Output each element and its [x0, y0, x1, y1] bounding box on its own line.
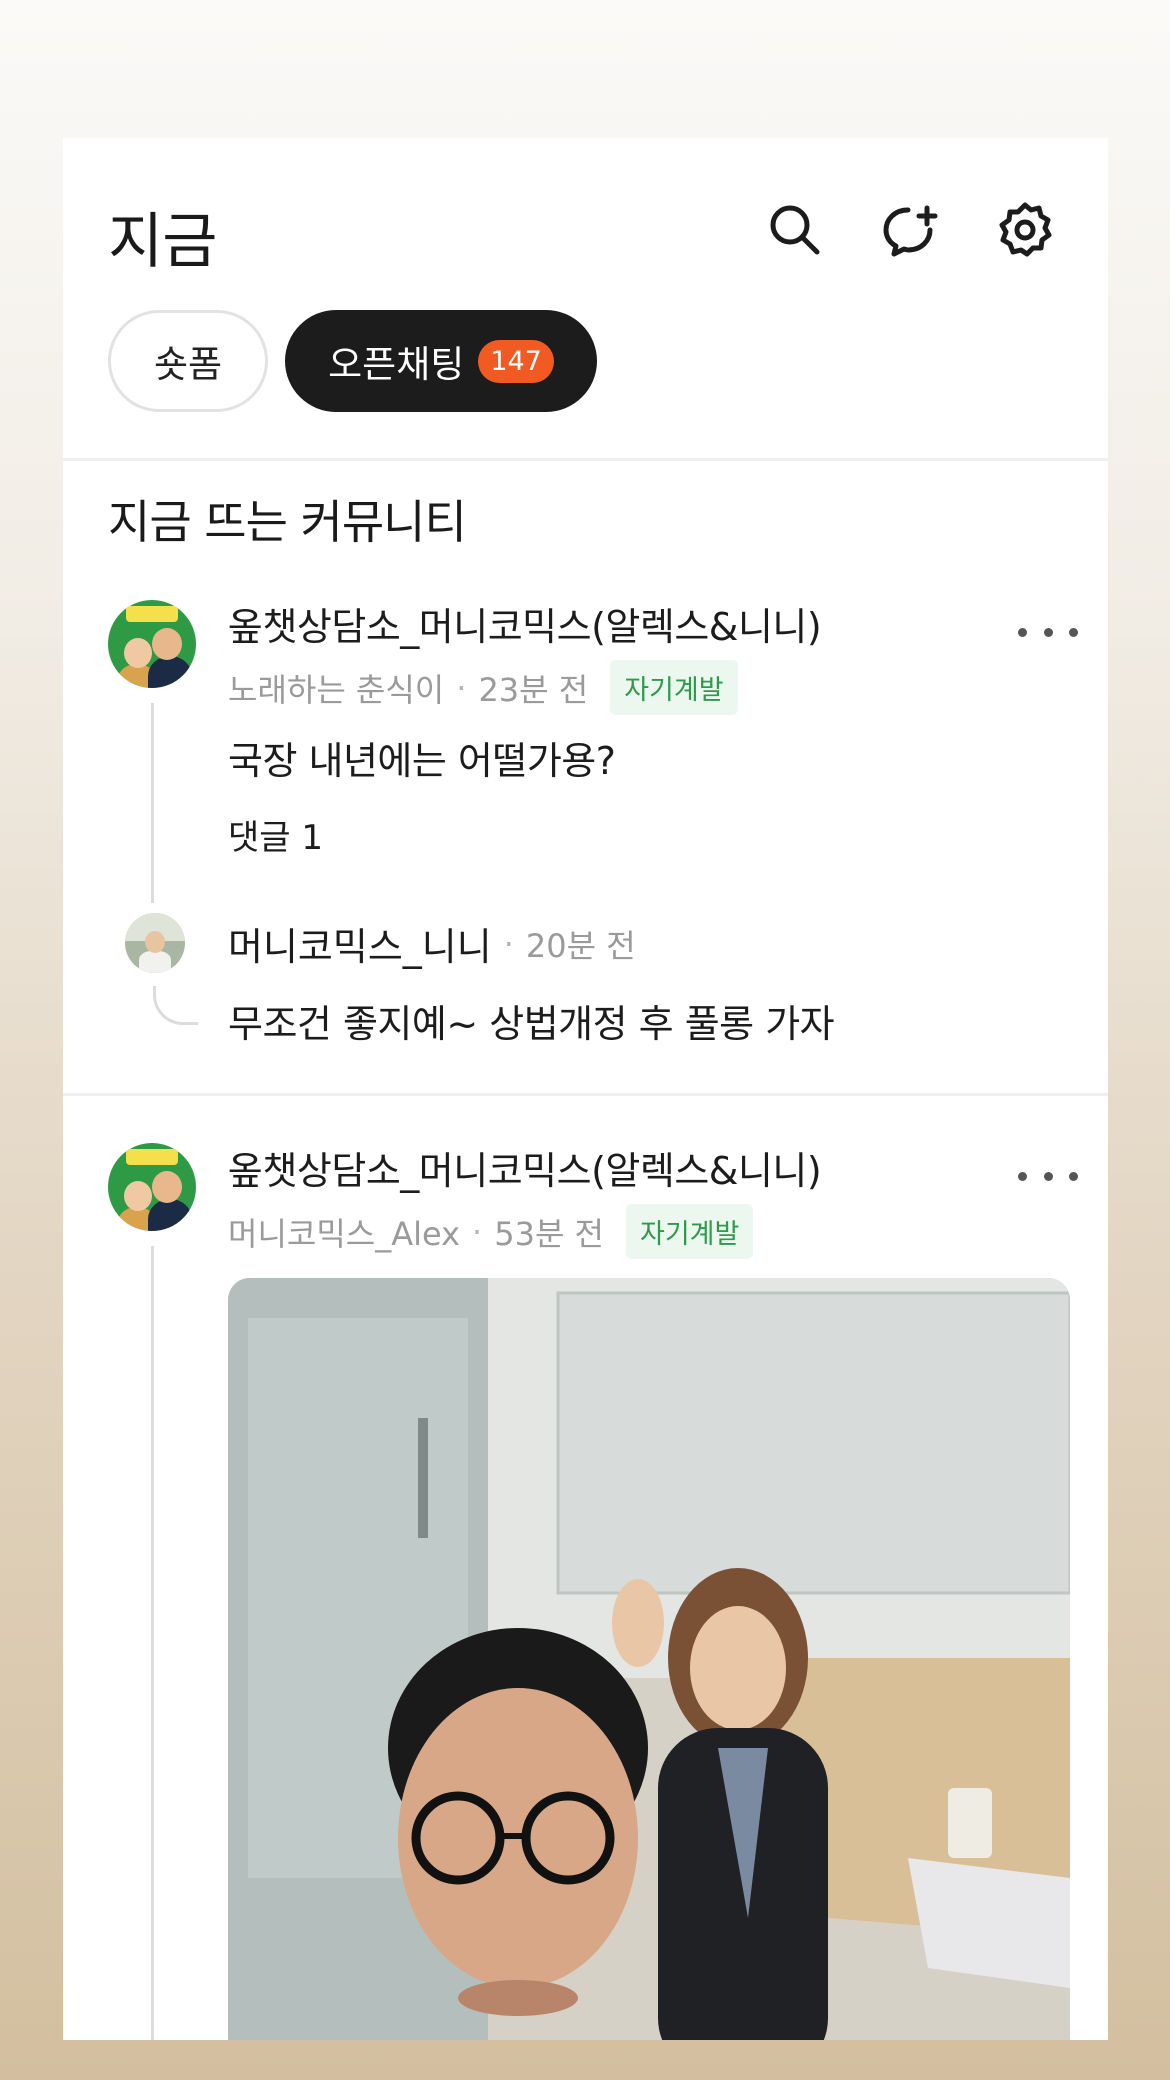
reply-text[interactable]: 무조건 좋지예~ 상법개정 후 풀롱 가자	[228, 993, 835, 1048]
divider	[63, 1093, 1108, 1096]
more-options-icon[interactable]	[1018, 1156, 1078, 1196]
post-community-name[interactable]: 옾챗상담소_머니코믹스(알렉스&니니)	[228, 596, 822, 651]
reply-avatar[interactable]	[125, 913, 185, 973]
divider	[63, 458, 1108, 461]
reply-connector	[153, 986, 198, 1025]
tab-shortform-label: 숏폼	[153, 343, 223, 386]
post-author[interactable]: 노래하는 춘식이	[228, 665, 444, 711]
now-panel: 지금 숏폼 오픈채팅 147 지금 뜨는 커뮤니티 옾챗상담소_머니코믹스(알렉…	[63, 138, 1108, 2040]
thread-line	[151, 1246, 154, 2040]
post-photo[interactable]	[228, 1278, 1070, 2040]
category-badge[interactable]: 자기계발	[610, 660, 738, 715]
community-avatar[interactable]	[108, 1143, 196, 1231]
thread-line	[151, 703, 154, 903]
community-avatar[interactable]	[108, 600, 196, 688]
post-author[interactable]: 머니코믹스_Alex	[228, 1209, 460, 1255]
openchat-count-badge: 147	[478, 339, 554, 383]
reply-time: 20분 전	[525, 926, 636, 965]
reply-meta: 머니코믹스_니니 · 20분 전	[228, 916, 636, 971]
meta-separator: ·	[456, 668, 467, 707]
tab-shortform[interactable]: 숏폼	[108, 310, 268, 412]
tab-openchat[interactable]: 오픈채팅 147	[285, 310, 597, 412]
post-text[interactable]: 국장 내년에는 어떨가용?	[228, 730, 616, 785]
comment-count[interactable]: 댓글 1	[228, 810, 323, 859]
settings-icon[interactable]	[993, 198, 1057, 262]
meta-separator: ·	[503, 924, 514, 963]
section-title: 지금 뜨는 커뮤니티	[108, 495, 467, 549]
post-time: 23분 전	[478, 670, 589, 709]
post-community-name[interactable]: 옾챗상담소_머니코믹스(알렉스&니니)	[228, 1140, 822, 1195]
post-meta: 노래하는 춘식이 · 23분 전 자기계발	[228, 660, 738, 715]
post-meta: 머니코믹스_Alex · 53분 전 자기계발	[228, 1204, 754, 1259]
meta-separator: ·	[472, 1212, 483, 1251]
category-badge[interactable]: 자기계발	[626, 1204, 754, 1259]
reply-author[interactable]: 머니코믹스_니니	[228, 916, 492, 971]
add-chat-icon[interactable]	[878, 198, 942, 262]
post-time: 53분 전	[494, 1214, 604, 1253]
search-icon[interactable]	[763, 198, 827, 262]
page-title: 지금	[108, 207, 217, 277]
more-options-icon[interactable]	[1018, 612, 1078, 652]
tab-openchat-label: 오픈채팅	[328, 343, 465, 386]
